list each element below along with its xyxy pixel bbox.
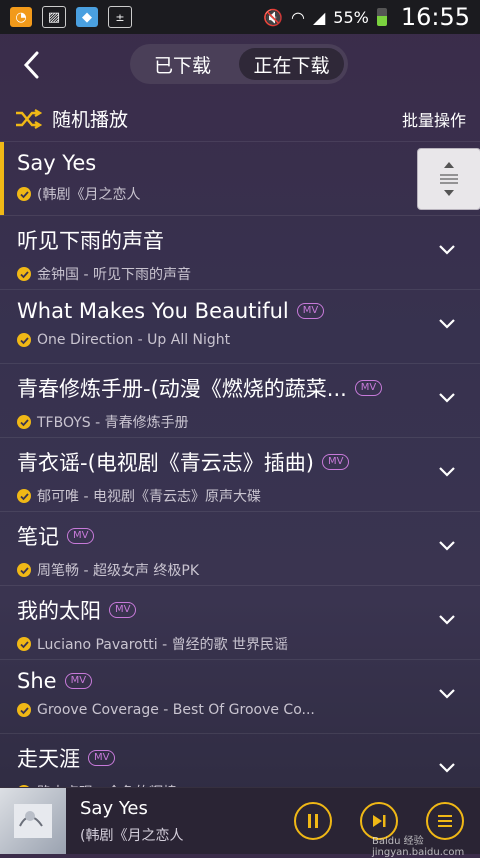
- song-title: 青衣谣-(电视剧《青云志》插曲): [17, 451, 314, 475]
- mv-badge[interactable]: MV: [64, 673, 93, 689]
- song-title: 我的太阳: [17, 599, 101, 623]
- song-title: 走天涯: [17, 747, 80, 771]
- list-item[interactable]: What Makes You Beautiful MV One Direction…: [0, 290, 480, 364]
- song-title: 青春修炼手册-(动漫《燃烧的蔬菜...: [17, 377, 347, 401]
- top-bar: 已下载 正在下载: [0, 34, 480, 96]
- downloaded-check-icon: [17, 489, 31, 503]
- list-item[interactable]: 青春修炼手册-(动漫《燃烧的蔬菜... MV TFBOYS - 青春修炼手册: [0, 364, 480, 438]
- list-toolbar: 随机播放 批量操作: [0, 96, 480, 142]
- battery-icon: [376, 8, 387, 26]
- mute-icon: 🔇: [263, 7, 283, 27]
- battery-percent: 55%: [333, 7, 369, 27]
- song-title: Say Yes: [17, 151, 97, 175]
- back-button[interactable]: [14, 48, 48, 82]
- downloaded-check-icon: [17, 187, 31, 201]
- chevron-down-icon[interactable]: [438, 318, 456, 330]
- downloaded-check-icon: [17, 267, 31, 281]
- pause-icon: [308, 814, 318, 828]
- song-subtitle: Luciano Pavarotti - 曾经的歌 世界民谣: [37, 637, 289, 653]
- downloaded-check-icon: [17, 415, 31, 429]
- list-item[interactable]: 青衣谣-(电视剧《青云志》插曲) MV 郁可唯 - 电视剧《青云志》原声大碟: [0, 438, 480, 512]
- song-title: What Makes You Beautiful: [17, 299, 289, 323]
- downloaded-check-icon: [17, 563, 31, 577]
- mv-badge[interactable]: MV: [109, 602, 137, 618]
- mv-badge[interactable]: MV: [321, 454, 350, 470]
- baidu-watermark: Baidu 经验 jingyan.baidu.com: [372, 836, 465, 858]
- caret-up-icon: [444, 162, 454, 168]
- chevron-down-icon[interactable]: [438, 762, 456, 774]
- song-title: 听见下雨的声音: [17, 229, 164, 253]
- downloaded-check-icon: [17, 703, 31, 717]
- tab-downloaded[interactable]: 已下载: [130, 44, 235, 84]
- chevron-down-icon[interactable]: [438, 244, 456, 256]
- status-bar: ◔ ▨ ◆ ± 🔇 ◠ ◢ 55% 16:55: [0, 0, 480, 34]
- wifi-icon: ◠: [290, 7, 305, 27]
- song-subtitle: Groove Coverage - Best Of Groove Co...: [37, 702, 315, 718]
- shuffle-play-button[interactable]: 随机播放: [14, 105, 128, 132]
- chevron-down-icon[interactable]: [438, 688, 456, 700]
- chevron-down-icon[interactable]: [438, 466, 456, 478]
- pause-button[interactable]: [294, 802, 332, 840]
- tab-downloading[interactable]: 正在下载: [239, 48, 344, 80]
- mv-badge[interactable]: MV: [354, 380, 383, 396]
- mv-badge[interactable]: MV: [88, 750, 116, 766]
- album-cover[interactable]: [0, 788, 66, 854]
- mv-badge[interactable]: MV: [67, 528, 95, 544]
- store-icon: ◆: [76, 7, 98, 27]
- playlist-icon: [438, 815, 452, 827]
- next-icon: [373, 815, 386, 827]
- signal-icon: ◢: [312, 7, 326, 27]
- list-item[interactable]: 笔记 MV 周笔畅 - 超级女声 终极PK: [0, 512, 480, 586]
- list-item[interactable]: 听见下雨的声音 金钟国 - 听见下雨的声音: [0, 216, 480, 290]
- song-list: Say Yes (韩剧《月之恋人 听见下雨的声音 金钟国 - 听见下雨的声音 W…: [0, 142, 480, 808]
- song-subtitle: 金钟国 - 听见下雨的声音: [37, 267, 191, 283]
- song-subtitle: TFBOYS - 青春修炼手册: [37, 415, 189, 431]
- download-tabs: 已下载 正在下载: [130, 44, 348, 84]
- clock: 16:55: [400, 3, 470, 31]
- now-playing-title: Say Yes: [80, 797, 148, 819]
- drag-lines-icon: [440, 174, 458, 184]
- song-title: 笔记: [17, 525, 59, 549]
- image-icon: ▨: [42, 6, 66, 28]
- batch-operation-button[interactable]: 批量操作: [402, 107, 466, 131]
- caret-down-icon: [444, 190, 454, 196]
- chevron-down-icon[interactable]: [438, 614, 456, 626]
- mini-player[interactable]: Say Yes (韩剧《月之恋人 Baidu 经验 jingyan.baidu.…: [0, 787, 480, 858]
- calculator-icon: ±: [108, 6, 132, 28]
- song-subtitle: One Direction - Up All Night: [37, 332, 231, 348]
- shuffle-icon: [16, 108, 42, 129]
- song-subtitle: (韩剧《月之恋人: [37, 187, 141, 203]
- chevron-down-icon[interactable]: [438, 540, 456, 552]
- song-title: She: [17, 669, 57, 693]
- downloaded-check-icon: [17, 333, 31, 347]
- chevron-down-icon[interactable]: [438, 392, 456, 404]
- mv-badge[interactable]: MV: [296, 303, 325, 319]
- song-subtitle: 郁可唯 - 电视剧《青云志》原声大碟: [37, 489, 261, 505]
- downloaded-check-icon: [17, 637, 31, 651]
- uc-browser-icon: ◔: [10, 7, 32, 27]
- song-subtitle: 周笔畅 - 超级女声 终极PK: [37, 563, 200, 579]
- list-item[interactable]: Say Yes (韩剧《月之恋人: [0, 142, 480, 216]
- chevron-left-icon: [23, 51, 39, 79]
- fast-scroll-handle[interactable]: [417, 148, 480, 210]
- now-playing-subtitle: (韩剧《月之恋人: [80, 827, 184, 844]
- shuffle-label: 随机播放: [52, 109, 129, 131]
- list-item[interactable]: She MV Groove Coverage - Best Of Groove C…: [0, 660, 480, 734]
- list-item[interactable]: 我的太阳 MV Luciano Pavarotti - 曾经的歌 世界民谣: [0, 586, 480, 660]
